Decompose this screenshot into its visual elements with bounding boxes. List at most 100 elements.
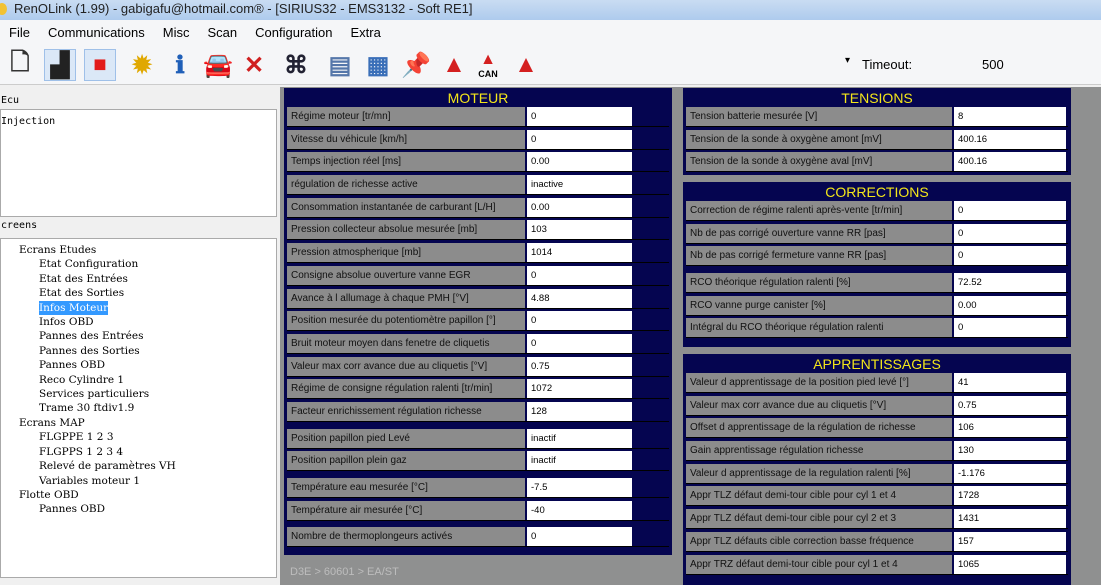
control-panel-icon[interactable]: ▦ (362, 49, 394, 81)
tree-item[interactable]: Pannes des Entrées (39, 329, 276, 343)
row-value[interactable]: 130 (954, 441, 1066, 461)
tree-node[interactable]: Flotte OBD (5, 488, 276, 502)
row-label: Appr TRZ défaut demi-tour cible pour cyl… (686, 554, 952, 574)
row-value[interactable]: -7.5 (527, 478, 632, 497)
data-row: Intégral du RCO théorique régulation ral… (686, 318, 1068, 339)
row-value[interactable]: 0.00 (954, 295, 1066, 315)
gear-icon[interactable]: ✹ (126, 49, 158, 81)
tree-item[interactable]: Reco Cylindre 1 (39, 373, 276, 387)
tree-item[interactable]: Etat Configuration (39, 257, 276, 271)
left-pane: Ecu Injection creens Ecrans Etudes Etat C… (0, 87, 277, 585)
warning-clear-icon[interactable]: ▲ (510, 49, 542, 81)
row-label: Appr TLZ défaut demi-tour cible pour cyl… (686, 509, 952, 529)
tree-item[interactable]: Trame 30 ftdiv1.9 (39, 401, 276, 415)
row-value[interactable]: 8 (954, 107, 1066, 126)
car-scan-icon[interactable]: 🚘 (202, 49, 234, 81)
tree-item[interactable]: Infos Moteur (39, 300, 109, 316)
row-value[interactable]: inactive (527, 175, 632, 195)
row-value[interactable]: inactif (527, 428, 632, 448)
row-label: Intégral du RCO théorique régulation ral… (686, 318, 952, 338)
row-value[interactable]: 0 (527, 333, 632, 353)
row-label: Régime moteur [tr/mn] (287, 107, 525, 126)
tree-item[interactable]: Pannes des Sorties (39, 344, 276, 358)
row-value[interactable]: -40 (527, 500, 632, 520)
row-value[interactable]: 157 (954, 531, 1066, 551)
row-value[interactable]: 106 (954, 418, 1066, 438)
row-value[interactable]: 103 (527, 220, 632, 240)
row-value[interactable]: 41 (954, 373, 1066, 392)
can-label: CAN (478, 69, 498, 79)
data-row: Offset d apprentissage de la régulation … (686, 418, 1068, 439)
data-row: Position papillon plein gaz inactif (287, 451, 669, 472)
row-value[interactable]: 0 (527, 265, 632, 285)
new-file-icon[interactable]: 🗋 (4, 49, 36, 81)
tree-item[interactable]: FLGPPS 1 2 3 4 (39, 445, 276, 459)
warning-can-icon[interactable]: ▲ CAN (472, 49, 504, 81)
row-value[interactable]: 72.52 (954, 273, 1066, 293)
row-value[interactable]: 0 (954, 246, 1066, 266)
row-value[interactable]: 0 (527, 311, 632, 331)
tree-item[interactable]: Infos OBD (39, 315, 276, 329)
menu-scan[interactable]: Scan (199, 25, 247, 40)
shredder-icon[interactable]: ▤ (324, 49, 356, 81)
menu-communications[interactable]: Communications (39, 25, 154, 40)
row-value[interactable]: -1.176 (954, 463, 1066, 483)
ecu-list[interactable]: Injection (0, 109, 277, 217)
tree-item[interactable]: Etat des Entrées (39, 272, 276, 286)
row-value[interactable]: 1072 (527, 379, 632, 399)
menu-misc[interactable]: Misc (154, 25, 199, 40)
info-icon[interactable]: ℹ (164, 49, 196, 81)
tree-item[interactable]: Services particuliers (39, 387, 276, 401)
row-label: Vitesse du véhicule [km/h] (287, 129, 525, 149)
timeout-value[interactable]: 500 (982, 57, 1004, 72)
row-label: Consigne absolue ouverture vanne EGR (287, 265, 525, 285)
tree-node[interactable]: Ecrans Etudes (5, 243, 276, 257)
menu-configuration[interactable]: Configuration (246, 25, 341, 40)
row-value[interactable]: 0 (527, 129, 632, 149)
row-value[interactable]: 0.00 (527, 197, 632, 217)
row-value[interactable]: 400.16 (954, 152, 1066, 172)
row-label: RCO théorique régulation ralenti [%] (686, 273, 952, 293)
row-value[interactable]: inactif (527, 451, 632, 471)
row-value[interactable]: 0 (954, 318, 1066, 338)
row-value[interactable]: 0 (954, 201, 1066, 220)
row-value[interactable]: 0.75 (954, 395, 1066, 415)
screens-tree[interactable]: Ecrans Etudes Etat Configuration Etat des … (0, 238, 277, 578)
warning-icon[interactable]: ▲ (438, 49, 470, 81)
ecu-item-injection[interactable]: Injection (1, 116, 55, 127)
row-value[interactable]: 1014 (527, 243, 632, 263)
tree-item[interactable]: Pannes OBD (39, 358, 276, 372)
panel-title-moteur: MOTEUR (447, 90, 509, 106)
row-value[interactable]: 4.88 (527, 288, 632, 308)
tree-item[interactable]: Relevé de paramètres VH (39, 459, 276, 473)
data-row: Nombre de thermoplongeurs activés 0 (287, 527, 669, 548)
data-row: Température eau mesurée [°C] -7.5 (287, 478, 669, 498)
row-value[interactable]: 0 (527, 107, 632, 126)
panel-corrections: CORRECTIONS Correction de régime ralenti … (683, 182, 1071, 347)
tree-item[interactable]: Pannes OBD (39, 502, 276, 516)
tree-item[interactable]: Variables moteur 1 (39, 474, 276, 488)
row-value[interactable]: 0.75 (527, 356, 632, 376)
tree-node[interactable]: Ecrans MAP (5, 416, 276, 430)
row-label: Position papillon plein gaz (287, 451, 525, 471)
pin-icon[interactable]: 📌 (400, 49, 432, 81)
close-icon[interactable]: ✕ (238, 49, 270, 81)
tree-item[interactable]: FLGPPE 1 2 3 (39, 430, 276, 444)
row-value[interactable]: 400.16 (954, 129, 1066, 149)
row-value[interactable]: 1431 (954, 509, 1066, 529)
tree-item[interactable]: Etat des Sorties (39, 286, 276, 300)
row-value[interactable]: 0.00 (527, 152, 632, 172)
row-value[interactable]: 128 (527, 401, 632, 421)
row-value[interactable]: 1728 (954, 486, 1066, 506)
stop-icon[interactable]: ⏹ (84, 49, 116, 81)
menu-extra[interactable]: Extra (341, 25, 389, 40)
breadcrumb-footer: D3E > 60601 > EA/ST (290, 566, 399, 578)
menu-file[interactable]: File (0, 25, 39, 40)
binoculars-icon[interactable]: ⌘ (280, 49, 312, 81)
row-value[interactable]: 1065 (954, 554, 1066, 574)
panel-title-corrections: CORRECTIONS (825, 184, 929, 200)
step-icon[interactable]: ▟ (44, 49, 76, 81)
row-value[interactable]: 0 (954, 223, 1066, 243)
row-value[interactable]: 0 (527, 527, 632, 547)
timeout-dropdown-arrow-icon[interactable]: ▾ (845, 55, 850, 66)
